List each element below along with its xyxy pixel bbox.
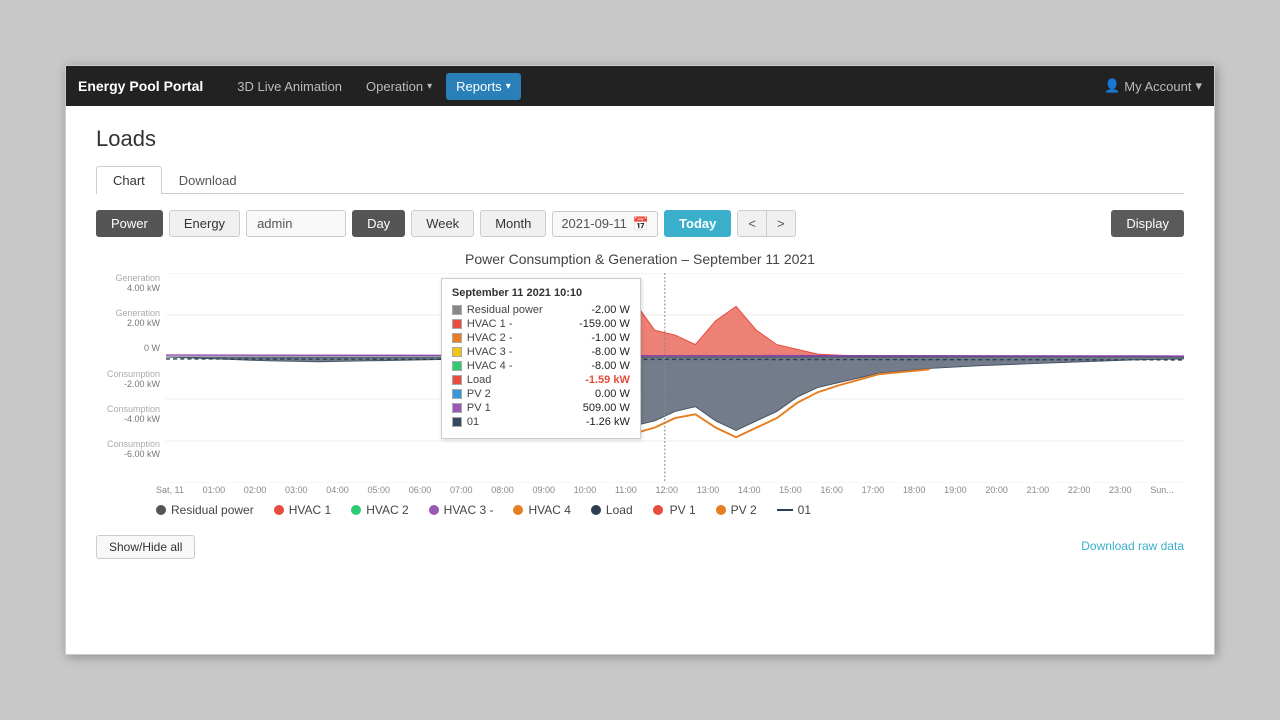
chart-plot-area: September 11 2021 10:10 Residual power -… xyxy=(166,273,1184,483)
tooltip-swatch-01 xyxy=(452,417,462,427)
y-label-con3-val: -6.00 kW xyxy=(96,449,160,459)
chevron-down-icon: ▾ xyxy=(427,81,432,92)
legend-dot-hvac2 xyxy=(351,505,361,515)
tooltip-row-hvac4: HVAC 4 - -8.00 W xyxy=(452,360,630,372)
y-label-gen2-val: 2.00 kW xyxy=(96,318,160,328)
brand-logo: Energy Pool Portal xyxy=(78,78,203,94)
tooltip-row-hvac2: HVAC 2 - -1.00 W xyxy=(452,332,630,344)
next-date-button[interactable]: > xyxy=(766,211,795,236)
main-content: Loads Chart Download Power Energy Day We… xyxy=(66,106,1214,654)
legend-pv2: PV 2 xyxy=(716,503,757,517)
nav-items: 3D Live Animation Operation ▾ Reports ▾ xyxy=(227,73,1104,100)
legend-residual: Residual power xyxy=(156,503,254,517)
chevron-down-icon: ▾ xyxy=(1195,78,1202,94)
y-label-con1-cat: Consumption xyxy=(96,369,160,379)
month-button[interactable]: Month xyxy=(480,210,546,237)
prev-date-button[interactable]: < xyxy=(738,211,766,236)
tooltip-swatch-load xyxy=(452,375,462,385)
chart-tooltip: September 11 2021 10:10 Residual power -… xyxy=(441,278,641,439)
nav-3d-live[interactable]: 3D Live Animation xyxy=(227,73,352,100)
legend-hvac4: HVAC 4 xyxy=(513,503,570,517)
today-button[interactable]: Today xyxy=(664,210,731,237)
y-label-gen1-val: 4.00 kW xyxy=(96,283,160,293)
date-picker[interactable]: 2021-09-11 📅 xyxy=(552,211,658,237)
tooltip-row-pv2: PV 2 0.00 W xyxy=(452,388,630,400)
page-title: Loads xyxy=(96,126,1184,152)
admin-input[interactable] xyxy=(246,210,346,237)
tooltip-row-hvac3: HVAC 3 - -8.00 W xyxy=(452,346,630,358)
chart-svg xyxy=(166,273,1184,483)
legend-pv1: PV 1 xyxy=(653,503,696,517)
download-raw-link[interactable]: Download raw data xyxy=(1081,539,1184,553)
user-icon: 👤 xyxy=(1104,78,1120,94)
legend-hvac3: HVAC 3 - xyxy=(429,503,494,517)
legend-dash-01 xyxy=(777,509,793,511)
y-label-con2-val: -4.00 kW xyxy=(96,414,160,424)
y-label-con1-val: -2.00 kW xyxy=(96,379,160,389)
tooltip-row-pv1: PV 1 509.00 W xyxy=(452,402,630,414)
date-nav-arrows: < > xyxy=(737,210,795,237)
tooltip-swatch-pv2 xyxy=(452,389,462,399)
legend-hvac1: HVAC 1 xyxy=(274,503,331,517)
legend-dot-pv2 xyxy=(716,505,726,515)
nav-reports[interactable]: Reports ▾ xyxy=(446,73,521,100)
legend-dot-hvac1 xyxy=(274,505,284,515)
legend-01: 01 xyxy=(777,503,811,517)
week-button[interactable]: Week xyxy=(411,210,474,237)
tooltip-row-load: Load -1.59 kW xyxy=(452,374,630,386)
legend-dot-hvac4 xyxy=(513,505,523,515)
chart-container: Power Consumption & Generation – Septemb… xyxy=(96,251,1184,559)
x-axis-labels: Sat, 11 01:00 02:00 03:00 04:00 05:00 06… xyxy=(156,485,1174,495)
power-button[interactable]: Power xyxy=(96,210,163,237)
tooltip-swatch-hvac2 xyxy=(452,333,462,343)
nav-operation[interactable]: Operation ▾ xyxy=(356,73,442,100)
account-menu[interactable]: 👤 My Account ▾ xyxy=(1104,78,1202,94)
tooltip-swatch-hvac3 xyxy=(452,347,462,357)
tab-download[interactable]: Download xyxy=(162,166,254,194)
tooltip-swatch-residual xyxy=(452,305,462,315)
download-link: Download raw data xyxy=(1081,539,1184,553)
chevron-down-icon: ▾ xyxy=(506,81,511,92)
legend-dot-residual xyxy=(156,505,166,515)
tooltip-row-hvac1: HVAC 1 - -159.00 W xyxy=(452,318,630,330)
bottom-bar: Show/Hide all Download raw data xyxy=(96,525,1184,559)
show-hide-button[interactable]: Show/Hide all xyxy=(96,535,195,559)
calendar-icon[interactable]: 📅 xyxy=(633,216,649,232)
y-label-con2-cat: Consumption xyxy=(96,404,160,414)
legend-dot-pv1 xyxy=(653,505,663,515)
legend-load: Load xyxy=(591,503,633,517)
energy-button[interactable]: Energy xyxy=(169,210,240,237)
y-label-gen1-cat: Generation xyxy=(96,273,160,283)
tab-chart[interactable]: Chart xyxy=(96,166,162,194)
y-label-zero: 0 W xyxy=(96,343,160,353)
tooltip-rows: Residual power -2.00 W HVAC 1 - -159.00 … xyxy=(452,304,630,428)
y-label-gen2-cat: Generation xyxy=(96,308,160,318)
tooltip-swatch-pv1 xyxy=(452,403,462,413)
chart-title: Power Consumption & Generation – Septemb… xyxy=(96,251,1184,267)
tooltip-row-01: 01 -1.26 kW xyxy=(452,416,630,428)
tooltip-title: September 11 2021 10:10 xyxy=(452,287,630,299)
tab-bar: Chart Download xyxy=(96,166,1184,194)
tooltip-row-residual: Residual power -2.00 W xyxy=(452,304,630,316)
legend-dot-load xyxy=(591,505,601,515)
chart-legend: Residual power HVAC 1 HVAC 2 HVAC 3 - xyxy=(156,503,1184,517)
tooltip-swatch-hvac1 xyxy=(452,319,462,329)
y-label-con3-cat: Consumption xyxy=(96,439,160,449)
display-button[interactable]: Display xyxy=(1111,210,1184,237)
day-button[interactable]: Day xyxy=(352,210,405,237)
tooltip-swatch-hvac4 xyxy=(452,361,462,371)
toolbar: Power Energy Day Week Month 2021-09-11 📅… xyxy=(96,210,1184,237)
navbar: Energy Pool Portal 3D Live Animation Ope… xyxy=(66,66,1214,106)
legend-dot-hvac3 xyxy=(429,505,439,515)
legend-hvac2: HVAC 2 xyxy=(351,503,408,517)
y-axis: Generation 4.00 kW Generation 2.00 kW 0 … xyxy=(96,273,166,483)
